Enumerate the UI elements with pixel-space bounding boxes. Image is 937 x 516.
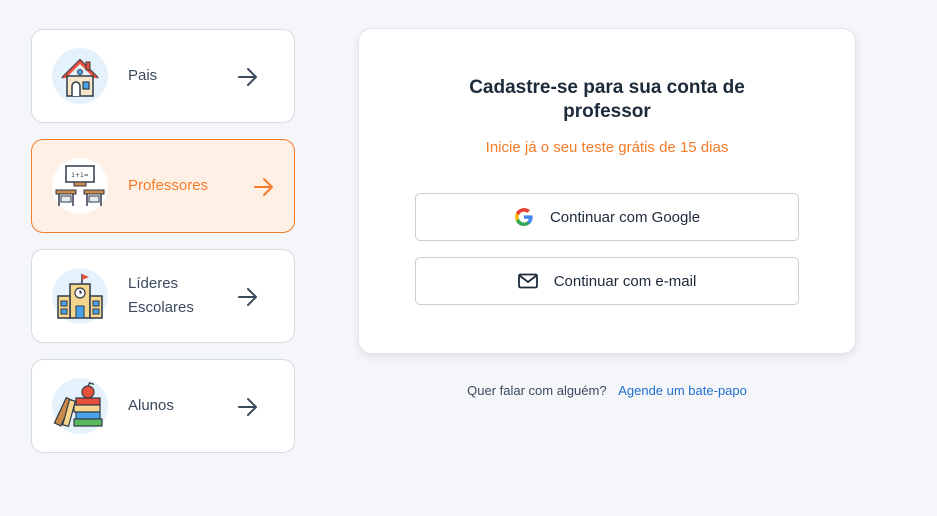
continue-with-google-button[interactable]: Continuar com Google	[415, 193, 799, 241]
contact-text: Quer falar com alguém?	[467, 383, 607, 398]
email-button-label: Continuar com e-mail	[553, 272, 697, 290]
continue-with-email-button[interactable]: Continuar com e-mail	[415, 257, 799, 305]
arrow-right-icon	[252, 176, 276, 198]
house-icon	[52, 48, 108, 104]
role-label: Pais	[128, 67, 158, 84]
arrow-right-icon	[236, 286, 260, 308]
signup-title: Cadastre-se para sua conta de professor	[469, 77, 745, 122]
schedule-chat-link[interactable]: Agende um bate-papo	[618, 383, 747, 398]
envelope-icon	[517, 271, 538, 291]
signup-subtitle: Inicie já o seu teste grátis de 15 dias	[485, 139, 729, 156]
svg-text:1+1=: 1+1=	[71, 172, 89, 179]
google-icon	[514, 207, 534, 227]
arrow-right-icon	[236, 66, 260, 88]
role-card-professores[interactable]: 1+1= Professores	[31, 139, 295, 233]
arrow-right-icon	[236, 396, 260, 418]
role-label: Alunos	[128, 397, 174, 414]
role-card-lideres-escolares[interactable]: Líderes Escolares	[31, 249, 295, 343]
contact-footer: Quer falar com alguém? Agende um bate-pa…	[358, 383, 856, 398]
role-label: Líderes Escolares	[128, 275, 194, 316]
role-card-pais[interactable]: Pais	[31, 29, 295, 123]
books-apple-icon	[52, 378, 108, 434]
signup-card: Cadastre-se para sua conta de professor …	[358, 28, 856, 354]
role-card-alunos[interactable]: Alunos	[31, 359, 295, 453]
google-button-label: Continuar com Google	[549, 208, 701, 226]
school-building-icon	[52, 268, 108, 324]
classroom-icon: 1+1=	[52, 158, 108, 214]
role-label: Professores	[128, 177, 209, 194]
